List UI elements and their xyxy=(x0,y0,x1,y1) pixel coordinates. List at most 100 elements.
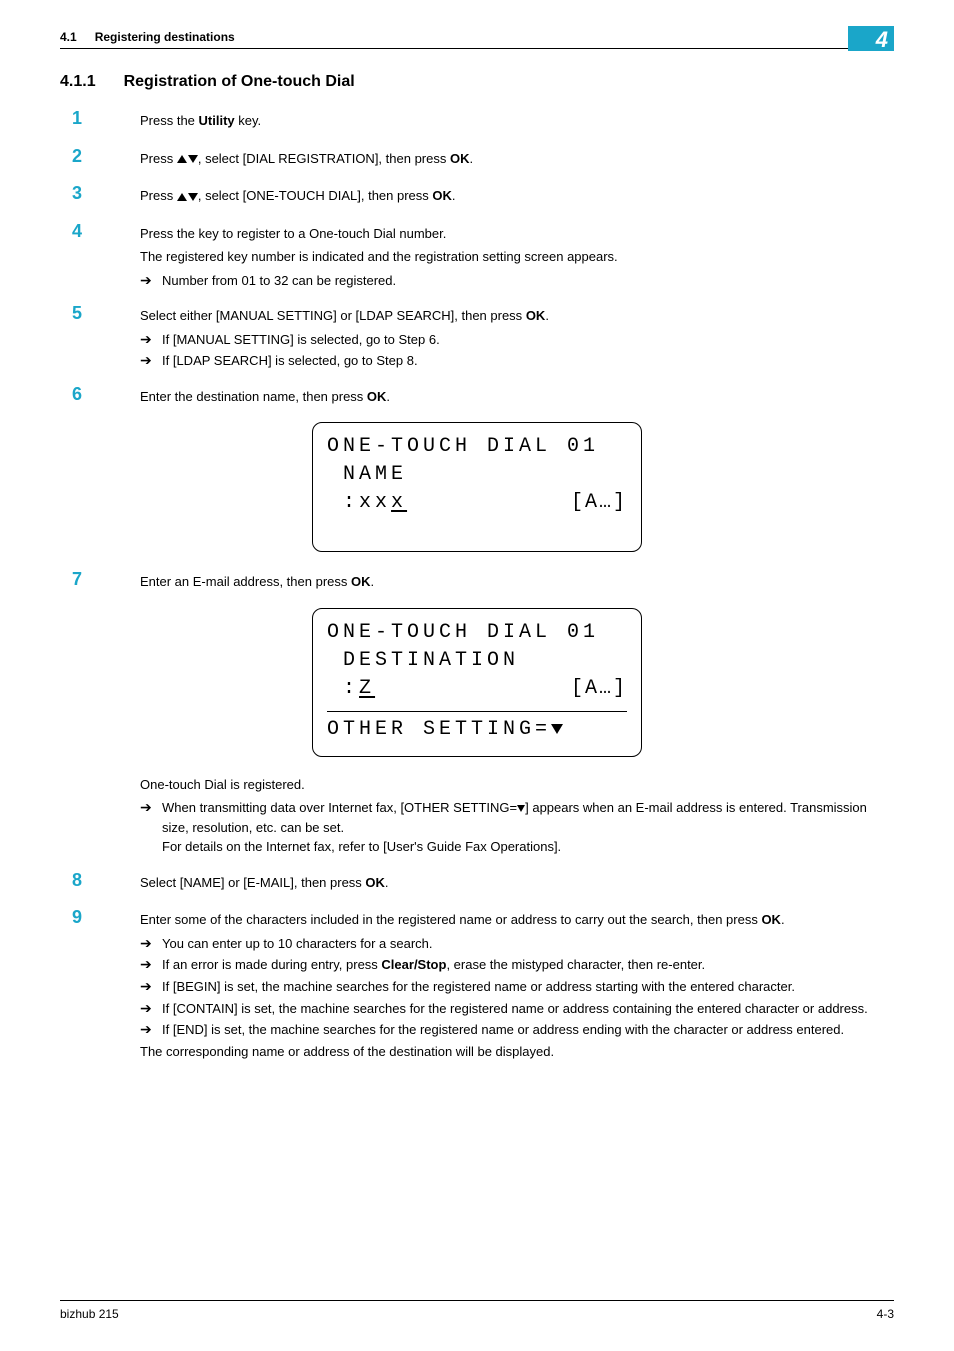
subsection-number: 4.1.1 xyxy=(60,73,96,91)
bold-text: OK xyxy=(761,912,781,927)
bold-text: Clear/Stop xyxy=(381,957,446,972)
arrow-right-icon: ➔ xyxy=(140,934,162,954)
step-4: 4 Press the key to register to a One-tou… xyxy=(60,222,894,293)
lcd-line: :xxx xyxy=(327,489,407,517)
step-marker: 6 xyxy=(60,385,100,405)
triangle-up-icon xyxy=(177,155,187,163)
bold-text: OK xyxy=(351,574,371,589)
step-text: Press , select [DIAL REGISTRATION], then… xyxy=(140,149,894,169)
footer-rule xyxy=(60,1300,894,1301)
text: Press xyxy=(140,151,177,166)
text: If an error is made during entry, press xyxy=(162,957,381,972)
text: . xyxy=(545,308,549,323)
step-marker: 1 xyxy=(60,109,100,129)
step-text: Enter the destination name, then press O… xyxy=(140,387,894,407)
text: . xyxy=(386,389,390,404)
sublist-item: ➔ If [END] is set, the machine searches … xyxy=(140,1020,894,1040)
sublist-item: ➔ If [CONTAIN] is set, the machine searc… xyxy=(140,999,894,1019)
lcd-mode-indicator: [A…] xyxy=(571,489,627,517)
sublist: ➔ When transmitting data over Internet f… xyxy=(140,798,894,857)
sublist-text: When transmitting data over Internet fax… xyxy=(162,798,894,857)
step-8: 8 Select [NAME] or [E-MAIL], then press … xyxy=(60,871,894,897)
step-text: Press , select [ONE-TOUCH DIAL], then pr… xyxy=(140,186,894,206)
lcd-line: :Z xyxy=(327,675,375,703)
sublist-text: If [CONTAIN] is set, the machine searche… xyxy=(162,999,894,1019)
arrow-right-icon: ➔ xyxy=(140,1020,162,1040)
lcd-line: DESTINATION xyxy=(327,647,519,675)
lcd-line: OTHER SETTING= xyxy=(327,716,563,744)
sublist-text: Number from 01 to 32 can be registered. xyxy=(162,271,894,291)
text: Select either [MANUAL SETTING] or [LDAP … xyxy=(140,308,526,323)
sublist-item: ➔ When transmitting data over Internet f… xyxy=(140,798,894,857)
lcd-screen-1-wrap: ONE-TOUCH DIAL 01 NAME :xxx [A…] xyxy=(60,422,894,552)
lcd-screen-2: ONE-TOUCH DIAL 01 DESTINATION :Z [A…] OT… xyxy=(312,608,642,757)
lcd-screen-2-wrap: ONE-TOUCH DIAL 01 DESTINATION :Z [A…] OT… xyxy=(60,608,894,757)
step-marker: 5 xyxy=(60,304,100,324)
subsection-heading: 4.1.1 Registration of One-touch Dial xyxy=(60,73,894,91)
step-1: 1 Press the Utility key. xyxy=(60,109,894,135)
lcd-cursor: x xyxy=(391,491,407,514)
step-marker: 8 xyxy=(60,871,100,891)
text: Press xyxy=(140,188,177,203)
sublist-text: If [LDAP SEARCH] is selected, go to Step… xyxy=(162,351,894,371)
text: When transmitting data over Internet fax… xyxy=(162,800,517,815)
step-7: 7 Enter an E-mail address, then press OK… xyxy=(60,570,894,596)
lcd-line: NAME xyxy=(327,461,407,489)
sublist-text: If an error is made during entry, press … xyxy=(162,955,894,975)
footer-product: bizhub 215 xyxy=(60,1307,119,1321)
step-marker: 3 xyxy=(60,184,100,204)
step-text: Select either [MANUAL SETTING] or [LDAP … xyxy=(140,306,894,326)
lcd-mode-indicator: [A…] xyxy=(571,675,627,703)
text: OTHER SETTING= xyxy=(327,718,551,741)
triangle-down-icon xyxy=(517,805,525,812)
step-marker: 2 xyxy=(60,147,100,167)
text: Enter some of the characters included in… xyxy=(140,912,761,927)
step-7-continued: One-touch Dial is registered. ➔ When tra… xyxy=(60,775,894,859)
step-text: Press the Utility key. xyxy=(140,111,894,131)
section-title: Registering destinations xyxy=(95,30,235,44)
lcd-cursor: Z xyxy=(359,677,375,700)
lcd-screen-1: ONE-TOUCH DIAL 01 NAME :xxx [A…] xyxy=(312,422,642,552)
step-3: 3 Press , select [ONE-TOUCH DIAL], then … xyxy=(60,184,894,210)
text: :xx xyxy=(343,491,391,514)
text: Press the xyxy=(140,113,199,128)
step-2: 2 Press , select [DIAL REGISTRATION], th… xyxy=(60,147,894,173)
text: . xyxy=(469,151,473,166)
sublist-item: ➔ You can enter up to 10 characters for … xyxy=(140,934,894,954)
sublist: ➔ Number from 01 to 32 can be registered… xyxy=(140,271,894,291)
chapter-tab: 4 xyxy=(848,26,894,51)
step-text: Enter an E-mail address, then press OK. xyxy=(140,572,894,592)
step-9: 9 Enter some of the characters included … xyxy=(60,908,894,1065)
triangle-up-icon xyxy=(177,193,187,201)
text: , select [ONE-TOUCH DIAL], then press xyxy=(198,188,433,203)
text: key. xyxy=(235,113,262,128)
step-text: Enter some of the characters included in… xyxy=(140,910,894,930)
arrow-right-icon: ➔ xyxy=(140,999,162,1019)
step-marker: 4 xyxy=(60,222,100,242)
text: Enter an E-mail address, then press xyxy=(140,574,351,589)
bold-text: OK xyxy=(450,151,470,166)
page: 4 4.1 Registering destinations 4.1.1 Reg… xyxy=(0,0,954,1351)
sublist-item: ➔ Number from 01 to 32 can be registered… xyxy=(140,271,894,291)
bold-text: OK xyxy=(367,389,387,404)
arrow-right-icon: ➔ xyxy=(140,330,162,350)
bold-text: OK xyxy=(526,308,546,323)
text: , erase the mistyped character, then re-… xyxy=(446,957,705,972)
arrow-right-icon: ➔ xyxy=(140,798,162,818)
sublist: ➔ If [MANUAL SETTING] is selected, go to… xyxy=(140,330,894,371)
running-head: 4.1 Registering destinations xyxy=(60,30,894,44)
sublist-item: ➔ If [MANUAL SETTING] is selected, go to… xyxy=(140,330,894,350)
sublist-text: If [END] is set, the machine searches fo… xyxy=(162,1020,894,1040)
triangle-down-icon xyxy=(188,193,198,201)
lcd-line: ONE-TOUCH DIAL 01 xyxy=(327,433,599,461)
section-number: 4.1 xyxy=(60,30,77,44)
text: DESTINATION xyxy=(343,649,519,672)
text: For details on the Internet fax, refer t… xyxy=(162,839,561,854)
step-marker: 9 xyxy=(60,908,100,928)
bold-text: OK xyxy=(432,188,452,203)
sublist: ➔ You can enter up to 10 characters for … xyxy=(140,934,894,1040)
sublist-item: ➔ If [BEGIN] is set, the machine searche… xyxy=(140,977,894,997)
step-para: One-touch Dial is registered. xyxy=(140,775,894,795)
arrow-right-icon: ➔ xyxy=(140,271,162,291)
text: . xyxy=(452,188,456,203)
